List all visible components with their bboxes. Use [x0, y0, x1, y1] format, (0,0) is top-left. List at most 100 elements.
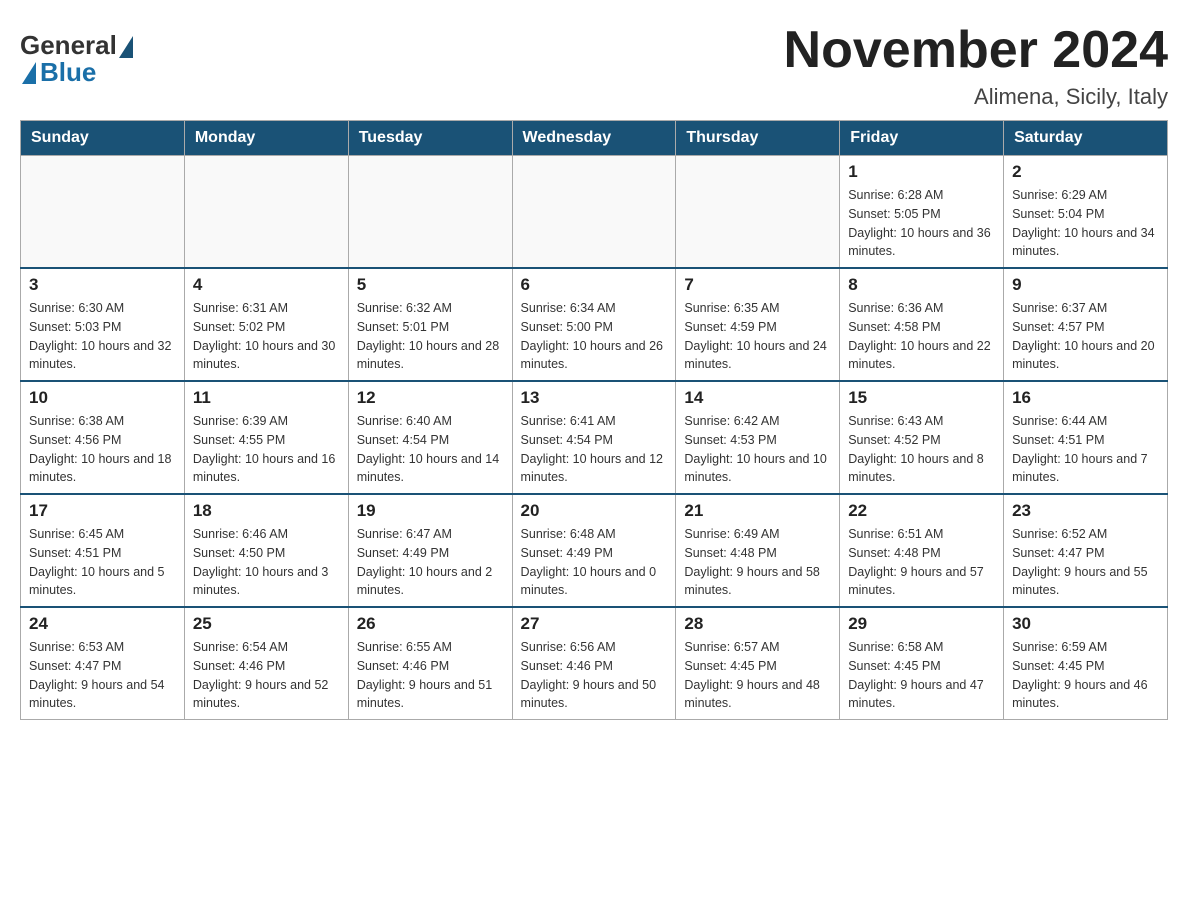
- calendar-cell: 3 Sunrise: 6:30 AMSunset: 5:03 PMDaylight…: [21, 268, 185, 381]
- weekday-header-saturday: Saturday: [1004, 121, 1168, 156]
- day-info-line: Sunrise: 6:54 AM: [193, 640, 288, 654]
- day-info-line: Daylight: 10 hours and 18 minutes.: [29, 452, 171, 485]
- day-info-line: Daylight: 10 hours and 26 minutes.: [521, 339, 663, 372]
- location-text: Alimena, Sicily, Italy: [784, 84, 1168, 110]
- logo-blue-text: Blue: [40, 57, 96, 88]
- day-info: Sunrise: 6:39 AMSunset: 4:55 PMDaylight:…: [193, 412, 340, 487]
- day-info-line: Sunrise: 6:48 AM: [521, 527, 616, 541]
- calendar-table: SundayMondayTuesdayWednesdayThursdayFrid…: [20, 120, 1168, 720]
- day-info-line: Sunrise: 6:47 AM: [357, 527, 452, 541]
- day-info-line: Sunset: 4:45 PM: [1012, 659, 1104, 673]
- day-info: Sunrise: 6:35 AMSunset: 4:59 PMDaylight:…: [684, 299, 831, 374]
- day-number: 27: [521, 614, 668, 634]
- day-info: Sunrise: 6:59 AMSunset: 4:45 PMDaylight:…: [1012, 638, 1159, 713]
- day-info-line: Daylight: 10 hours and 24 minutes.: [684, 339, 826, 372]
- calendar-cell: 26Sunrise: 6:55 AMSunset: 4:46 PMDayligh…: [348, 607, 512, 720]
- calendar-cell: 28Sunrise: 6:57 AMSunset: 4:45 PMDayligh…: [676, 607, 840, 720]
- day-number: 16: [1012, 388, 1159, 408]
- calendar-cell: [676, 156, 840, 269]
- day-info-line: Sunset: 4:49 PM: [521, 546, 613, 560]
- day-info-line: Sunrise: 6:58 AM: [848, 640, 943, 654]
- day-info-line: Sunset: 4:58 PM: [848, 320, 940, 334]
- day-info: Sunrise: 6:53 AMSunset: 4:47 PMDaylight:…: [29, 638, 176, 713]
- day-info: Sunrise: 6:40 AMSunset: 4:54 PMDaylight:…: [357, 412, 504, 487]
- day-info-line: Sunset: 4:48 PM: [848, 546, 940, 560]
- calendar-cell: 10Sunrise: 6:38 AMSunset: 4:56 PMDayligh…: [21, 381, 185, 494]
- calendar-cell: 8Sunrise: 6:36 AMSunset: 4:58 PMDaylight…: [840, 268, 1004, 381]
- weekday-header-wednesday: Wednesday: [512, 121, 676, 156]
- day-number: 23: [1012, 501, 1159, 521]
- day-number: 7: [684, 275, 831, 295]
- calendar-cell: 11 Sunrise: 6:39 AMSunset: 4:55 PMDayligh…: [184, 381, 348, 494]
- day-info-line: Daylight: 10 hours and 28 minutes.: [357, 339, 499, 372]
- day-info: Sunrise: 6:43 AMSunset: 4:52 PMDaylight:…: [848, 412, 995, 487]
- day-number: 17: [29, 501, 176, 521]
- day-info-line: Daylight: 10 hours and 16 minutes.: [193, 452, 335, 485]
- day-info-line: Sunrise: 6:57 AM: [684, 640, 779, 654]
- day-info-line: Sunrise: 6:51 AM: [848, 527, 943, 541]
- calendar-cell: [512, 156, 676, 269]
- day-number: 18: [193, 501, 340, 521]
- day-info-line: Daylight: 10 hours and 34 minutes.: [1012, 226, 1154, 259]
- calendar-cell: 14Sunrise: 6:42 AMSunset: 4:53 PMDayligh…: [676, 381, 840, 494]
- day-number: 3: [29, 275, 176, 295]
- day-info-line: Sunset: 5:01 PM: [357, 320, 449, 334]
- day-info-line: Sunrise: 6:37 AM: [1012, 301, 1107, 315]
- day-number: 26: [357, 614, 504, 634]
- day-info-line: Sunset: 4:45 PM: [848, 659, 940, 673]
- day-info-line: Sunset: 4:54 PM: [357, 433, 449, 447]
- day-info: Sunrise: 6:37 AMSunset: 4:57 PMDaylight:…: [1012, 299, 1159, 374]
- calendar-week-4: 17Sunrise: 6:45 AMSunset: 4:51 PMDayligh…: [21, 494, 1168, 607]
- day-info-line: Sunset: 4:50 PM: [193, 546, 285, 560]
- day-info: Sunrise: 6:34 AMSunset: 5:00 PMDaylight:…: [521, 299, 668, 374]
- day-info-line: Sunset: 5:04 PM: [1012, 207, 1104, 221]
- day-info-line: Daylight: 9 hours and 54 minutes.: [29, 678, 165, 711]
- day-info-line: Sunset: 4:52 PM: [848, 433, 940, 447]
- day-info-line: Sunrise: 6:46 AM: [193, 527, 288, 541]
- day-info-line: Daylight: 9 hours and 47 minutes.: [848, 678, 984, 711]
- day-number: 9: [1012, 275, 1159, 295]
- day-info: Sunrise: 6:31 AMSunset: 5:02 PMDaylight:…: [193, 299, 340, 374]
- logo: General Blue: [20, 20, 133, 88]
- day-number: 30: [1012, 614, 1159, 634]
- day-number: 5: [357, 275, 504, 295]
- day-info-line: Sunset: 4:51 PM: [1012, 433, 1104, 447]
- day-number: 15: [848, 388, 995, 408]
- day-info-line: Sunrise: 6:52 AM: [1012, 527, 1107, 541]
- calendar-cell: 2Sunrise: 6:29 AMSunset: 5:04 PMDaylight…: [1004, 156, 1168, 269]
- day-info-line: Sunset: 4:48 PM: [684, 546, 776, 560]
- day-info-line: Sunset: 4:56 PM: [29, 433, 121, 447]
- calendar-cell: 21Sunrise: 6:49 AMSunset: 4:48 PMDayligh…: [676, 494, 840, 607]
- day-info-line: Daylight: 10 hours and 10 minutes.: [684, 452, 826, 485]
- day-info: Sunrise: 6:48 AM Sunset: 4:49 PM Daylight:…: [521, 525, 668, 600]
- day-number: 20: [521, 501, 668, 521]
- day-info-line: Daylight: 9 hours and 46 minutes.: [1012, 678, 1148, 711]
- day-number: 12: [357, 388, 504, 408]
- calendar-week-5: 24Sunrise: 6:53 AMSunset: 4:47 PMDayligh…: [21, 607, 1168, 720]
- page-header: General Blue November 2024 Alimena, Sici…: [20, 20, 1168, 110]
- day-info-line: Daylight: 10 hours and 12 minutes.: [521, 452, 663, 485]
- title-section: November 2024 Alimena, Sicily, Italy: [784, 20, 1168, 110]
- calendar-week-2: 3 Sunrise: 6:30 AMSunset: 5:03 PMDaylight…: [21, 268, 1168, 381]
- day-info-line: Sunrise: 6:45 AM: [29, 527, 124, 541]
- day-number: 11: [193, 388, 340, 408]
- calendar-title: November 2024: [784, 20, 1168, 80]
- calendar-cell: 6Sunrise: 6:34 AMSunset: 5:00 PMDaylight…: [512, 268, 676, 381]
- day-info: Sunrise: 6:30 AMSunset: 5:03 PMDaylight:…: [29, 299, 176, 374]
- day-info-line: Daylight: 10 hours and 5 minutes.: [29, 565, 165, 598]
- day-info: Sunrise: 6:32 AMSunset: 5:01 PMDaylight:…: [357, 299, 504, 374]
- day-number: 19: [357, 501, 504, 521]
- day-info-line: Sunrise: 6:29 AM: [1012, 188, 1107, 202]
- day-info-line: Daylight: 9 hours and 50 minutes.: [521, 678, 657, 711]
- day-info-line: Sunset: 4:49 PM: [357, 546, 449, 560]
- day-info-line: Daylight: 10 hours and 30 minutes.: [193, 339, 335, 372]
- day-info-line: Sunrise: 6:55 AM: [357, 640, 452, 654]
- day-info-line: Sunrise: 6:34 AM: [521, 301, 616, 315]
- day-info-line: Sunset: 5:03 PM: [29, 320, 121, 334]
- day-info-line: Daylight: 10 hours and 0 minutes.: [521, 565, 657, 598]
- day-info-line: Sunset: 4:59 PM: [684, 320, 776, 334]
- day-info-line: Sunrise: 6:41 AM: [521, 414, 616, 428]
- day-info-line: Daylight: 10 hours and 3 minutes.: [193, 565, 329, 598]
- calendar-cell: 20 Sunrise: 6:48 AM Sunset: 4:49 PM Dayligh…: [512, 494, 676, 607]
- day-number: 29: [848, 614, 995, 634]
